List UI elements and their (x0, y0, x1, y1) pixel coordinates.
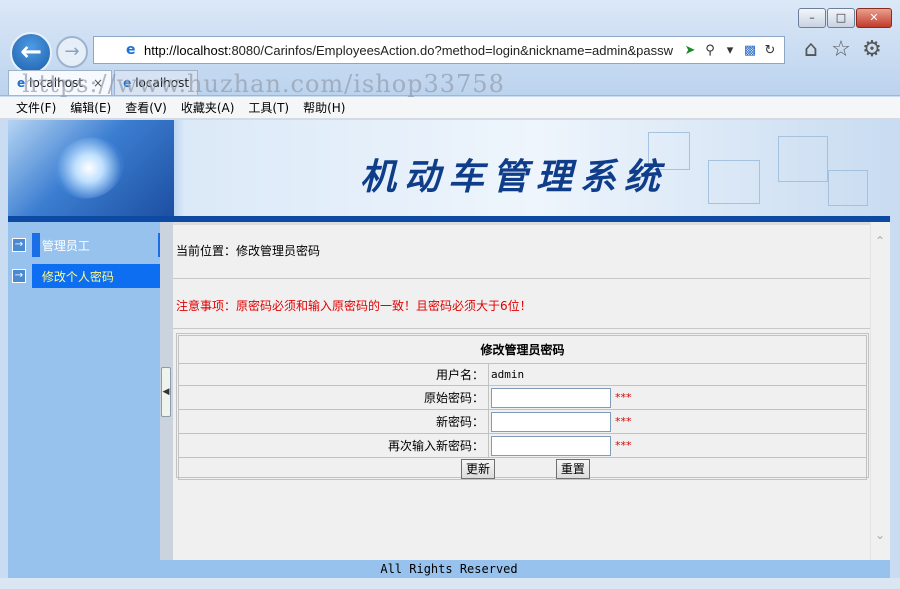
reset-button[interactable]: 重置 (555, 458, 590, 479)
status-bar (0, 578, 900, 589)
divider (173, 328, 870, 329)
required-mark: *** (615, 439, 632, 452)
sidebar: → 管理员工 → 修改个人密码 (8, 222, 160, 560)
new-password-label: 新密码： (178, 409, 489, 434)
required-mark: *** (615, 415, 632, 428)
banner-graphic (8, 120, 174, 216)
sidebar-item-change-password[interactable]: → 修改个人密码 (8, 264, 160, 288)
dropdown-icon[interactable]: ▾ (720, 43, 740, 58)
menu-help[interactable]: 帮助(H) (303, 99, 345, 116)
sidebar-item-manage-employees[interactable]: → 管理员工 (8, 233, 160, 257)
confirm-password-label: 再次输入新密码： (178, 433, 489, 458)
menu-view[interactable]: 查看(V) (125, 99, 167, 116)
update-button[interactable]: 更新 (461, 458, 496, 479)
arrow-right-icon: → (12, 269, 26, 283)
watermark: https://www.huzhan.com/ishop33758 (22, 70, 505, 98)
confirm-password-input[interactable] (491, 435, 611, 456)
collapse-handle-icon[interactable]: ◀ (161, 367, 171, 417)
frame-splitter[interactable]: ◀ (160, 222, 173, 560)
menu-bar: 文件(F) 编辑(E) 查看(V) 收藏夹(A) 工具(T) 帮助(H) (0, 97, 900, 119)
menu-tools[interactable]: 工具(T) (248, 99, 289, 116)
refresh-icon[interactable]: ↻ (760, 43, 780, 58)
divider (173, 278, 870, 279)
minimize-button[interactable]: – (798, 8, 826, 28)
old-password-label: 原始密码： (178, 385, 489, 410)
forward-icon[interactable]: → (56, 36, 88, 68)
header-banner: 机动车管理系统 (8, 120, 890, 216)
old-password-input[interactable] (491, 387, 611, 408)
rss-icon[interactable]: ▩ (740, 43, 760, 58)
sidebar-item-label: 修改个人密码 (31, 264, 160, 288)
main-content: 当前位置：修改管理员密码 注意事项：原密码必须和输入原密码的一致！且密码必须大于… (173, 222, 870, 560)
address-blank (94, 37, 126, 63)
new-password-input[interactable] (491, 411, 611, 432)
scroll-up-icon[interactable]: ⌃ (875, 234, 885, 248)
ie-page-icon: e (126, 42, 136, 58)
back-icon[interactable]: ← (10, 32, 52, 74)
form-title: 修改管理员密码 (178, 335, 867, 364)
scroll-down-icon[interactable]: ⌄ (875, 528, 885, 542)
menu-favorites[interactable]: 收藏夹(A) (181, 99, 235, 116)
home-icon[interactable]: ⌂ (797, 36, 825, 64)
maximize-button[interactable]: □ (827, 8, 855, 28)
system-title: 机动车管理系统 (360, 156, 669, 198)
content-scrollbar[interactable]: ⌃ ⌄ (870, 222, 890, 560)
password-form: 修改管理员密码 用户名： admin 原始密码： *** 新密码： *** 再次… (176, 333, 869, 480)
compat-icon[interactable]: ➤ (680, 43, 700, 58)
address-url[interactable]: http://localhost:8080/Carinfos/Employees… (144, 43, 680, 58)
sidebar-item-label: 管理员工 (31, 233, 160, 257)
arrow-right-icon: → (12, 238, 26, 252)
footer: All Rights Reserved (8, 560, 890, 578)
search-icon[interactable]: ⚲ (700, 43, 720, 58)
browser-chrome: – □ ✕ ← → e http://localhost:8080/Carinf… (0, 0, 900, 98)
username-label: 用户名： (178, 363, 489, 386)
menu-file[interactable]: 文件(F) (16, 99, 56, 116)
required-mark: *** (615, 391, 632, 404)
favorites-star-icon[interactable]: ☆ (827, 36, 855, 64)
menu-edit[interactable]: 编辑(E) (70, 99, 111, 116)
breadcrumb: 当前位置：修改管理员密码 (176, 244, 321, 258)
address-bar[interactable]: e http://localhost:8080/Carinfos/Employe… (93, 36, 785, 64)
username-value: admin (488, 363, 867, 386)
settings-gear-icon[interactable]: ⚙ (858, 36, 886, 64)
close-window-button[interactable]: ✕ (856, 8, 892, 28)
notice-text: 注意事项：原密码必须和输入原密码的一致！且密码必须大于6位！ (176, 299, 532, 313)
